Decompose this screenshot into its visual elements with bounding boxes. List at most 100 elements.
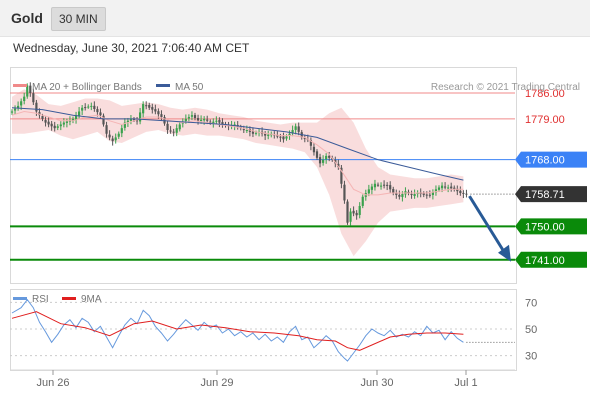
rsi-legend: RSI 9MA <box>13 294 102 305</box>
candle-body <box>444 186 447 188</box>
candle-body <box>358 206 361 215</box>
candle-body <box>20 101 23 106</box>
candle-body <box>343 184 346 201</box>
rsi-panel: 70 50 30 <box>10 297 537 363</box>
level-label: 1768.00 <box>525 155 565 167</box>
candle-body <box>87 106 90 108</box>
candle-body <box>142 104 145 114</box>
candle-body <box>462 192 465 194</box>
time-tick-label: Jul 1 <box>454 377 477 389</box>
candle-body <box>139 112 142 122</box>
candle-body <box>389 185 392 190</box>
candle-body <box>376 184 380 186</box>
candle-body <box>120 128 123 134</box>
rsi-tick-label: 50 <box>525 324 537 336</box>
candle-body <box>81 107 84 111</box>
ma9-legend-swatch <box>62 297 76 300</box>
candle-body <box>428 194 431 196</box>
candle-body <box>218 120 221 123</box>
candle-body <box>187 117 190 119</box>
candle-body <box>450 186 453 189</box>
candle-body <box>312 146 316 153</box>
price-chart: 1786.001779.001768.001758.711750.001741.… <box>10 82 587 389</box>
candle-body <box>285 136 288 139</box>
candle-body <box>151 107 154 110</box>
level-label: 1758.71 <box>525 189 565 201</box>
candle-body <box>437 187 441 190</box>
candle-body <box>145 105 148 107</box>
candle-body <box>169 130 172 132</box>
candle-body <box>315 151 319 158</box>
candle-body <box>56 126 59 128</box>
candle-body <box>279 136 282 138</box>
candle-body <box>65 121 68 123</box>
candle-body <box>379 185 383 187</box>
candle-body <box>53 125 56 129</box>
candle-body <box>99 112 102 116</box>
chart-legend: MA 20 + Bollinger Bands MA 50 Research ©… <box>13 82 580 93</box>
candle-body <box>440 185 444 189</box>
candle-body <box>422 193 425 195</box>
candle-body <box>160 114 163 118</box>
candle-body <box>465 193 468 195</box>
time-tick-label: Jun 30 <box>360 377 393 389</box>
candle-body <box>392 189 395 194</box>
candle-body <box>297 126 300 132</box>
candle-body <box>346 201 349 223</box>
time-tick-label: Jun 26 <box>36 377 69 389</box>
candle-body <box>282 136 285 140</box>
rsi-tick-label: 30 <box>525 351 537 363</box>
candle-body <box>206 119 209 121</box>
candle-body <box>349 211 352 222</box>
candle-body <box>254 132 258 134</box>
candle-body <box>178 124 181 130</box>
candle-body <box>373 183 377 188</box>
rsi-ma9-line <box>11 311 464 351</box>
candle-body <box>157 111 160 115</box>
ma50-legend-label: MA 50 <box>175 82 204 93</box>
candle-body <box>410 193 413 195</box>
candle-body <box>215 120 218 122</box>
candle-body <box>294 126 297 130</box>
ma9-legend-label: 9MA <box>81 294 102 305</box>
candle-body <box>264 133 267 136</box>
candle-body <box>111 138 114 142</box>
candle-body <box>425 194 428 196</box>
level-label: 1741.00 <box>525 255 565 267</box>
candle-body <box>154 109 157 112</box>
candle-body <box>318 157 322 164</box>
time-tick-label: Jun 29 <box>200 377 233 389</box>
candle-body <box>367 189 370 194</box>
time-axis: Jun 26 Jun 29 Jun 30 Jul 1 <box>10 369 515 389</box>
ma50-legend-swatch <box>156 84 170 87</box>
candle-body <box>401 193 404 198</box>
candle-body <box>175 128 178 133</box>
candle-body <box>41 116 44 119</box>
candle-body <box>267 134 270 136</box>
candle-body <box>26 85 29 97</box>
candle-body <box>62 122 65 125</box>
candle-body <box>105 125 108 134</box>
candle-body <box>44 120 47 123</box>
candle-body <box>355 212 358 216</box>
candle-body <box>96 109 99 113</box>
candle-body <box>447 187 450 189</box>
candle-body <box>148 105 151 108</box>
level-label: 1779.00 <box>525 114 565 126</box>
rsi-line <box>11 298 464 362</box>
candle-body <box>10 111 14 113</box>
candle-body <box>245 130 248 132</box>
candle-body <box>328 155 331 158</box>
candle-body <box>459 190 462 194</box>
candle-body <box>166 123 169 131</box>
candle-body <box>102 115 105 125</box>
candle-body <box>413 193 416 196</box>
candle-body <box>90 105 93 107</box>
candle-body <box>50 123 53 127</box>
candle-body <box>193 115 197 118</box>
candle-body <box>200 119 203 122</box>
candle-body <box>203 118 206 121</box>
candle-body <box>23 96 26 101</box>
bollinger-legend-label: MA 20 + Bollinger Bands <box>32 82 142 93</box>
rsi-tick-label: 70 <box>525 297 537 309</box>
